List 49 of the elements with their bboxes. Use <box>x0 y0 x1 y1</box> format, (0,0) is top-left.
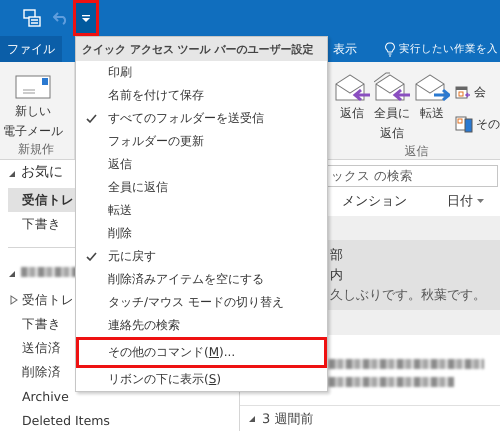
customize-toolbar-button[interactable] <box>73 0 99 36</box>
forward-button[interactable]: 転送 <box>413 70 451 144</box>
folder-item[interactable]: Archive <box>8 384 71 408</box>
more-actions-icon <box>455 115 473 133</box>
message-preview: 久しぶりです。秋葉です。 <box>330 287 487 304</box>
tell-me-search[interactable]: 実行したい作業を入 <box>399 42 498 56</box>
group-label: 返信 <box>404 143 428 160</box>
send-receive-icon <box>23 9 41 27</box>
menu-item[interactable]: 印刷 <box>76 61 327 84</box>
folder-item[interactable]: 受信トレ <box>8 188 76 212</box>
meeting-reply-icon <box>455 86 471 100</box>
reply-icon <box>334 72 370 102</box>
message-sender: 部 <box>330 247 344 264</box>
message-subject: 内 <box>330 267 344 284</box>
lightbulb-icon <box>385 42 395 56</box>
folder-item[interactable]: Deleted Items <box>8 408 112 431</box>
more-button[interactable]: その <box>455 115 500 133</box>
group-header[interactable]: 3 週間前 <box>262 410 314 428</box>
group-label: 新規作 <box>18 141 54 158</box>
meeting-button[interactable]: 会 <box>455 84 500 101</box>
checkmark-icon <box>86 114 97 124</box>
folder-item[interactable]: 削除済 <box>8 360 63 384</box>
caret-icon <box>477 199 484 204</box>
folder-item[interactable]: 受信トレ <box>8 288 76 312</box>
menu-item[interactable]: すべてのフォルダーを送受信 <box>76 107 327 130</box>
menu-title: クイック アクセス ツール バーのユーザー設定 <box>76 37 327 61</box>
reply-all-icon <box>374 72 410 102</box>
file-tab[interactable]: ファイル <box>0 36 62 62</box>
collapsed-arrow-icon <box>10 295 18 305</box>
folder-item[interactable]: 下書き <box>8 312 63 336</box>
folder-item[interactable]: 送信済 <box>8 336 63 360</box>
menu-item[interactable]: その他のコマンド(M)... <box>76 337 327 368</box>
checkmark-icon <box>86 252 97 262</box>
forward-icon <box>414 72 450 102</box>
menu-item[interactable]: 名前を付けて保存 <box>76 84 327 107</box>
menu-item[interactable]: 転送 <box>76 199 327 222</box>
reply-button[interactable]: 返信 <box>333 70 371 144</box>
mentions-filter[interactable]: メンション <box>342 192 407 210</box>
menu-item[interactable]: 連絡先の検索 <box>76 314 327 337</box>
dropdown-icon <box>82 14 90 22</box>
section-header[interactable]: お気に <box>21 163 63 181</box>
reply-all-button[interactable]: 全員に 返信 <box>373 70 411 144</box>
menu-item[interactable]: フォルダーの更新 <box>76 130 327 153</box>
new-email-button[interactable]: 新しい 電子メール <box>2 70 64 142</box>
folder-item[interactable]: 下書き <box>8 212 63 236</box>
ribbon-tab[interactable]: 表示 <box>329 36 361 62</box>
sort-button[interactable]: 日付 <box>441 191 490 212</box>
menu-item[interactable]: リボンの下に表示(S) <box>76 368 327 391</box>
undo-icon <box>53 11 69 25</box>
